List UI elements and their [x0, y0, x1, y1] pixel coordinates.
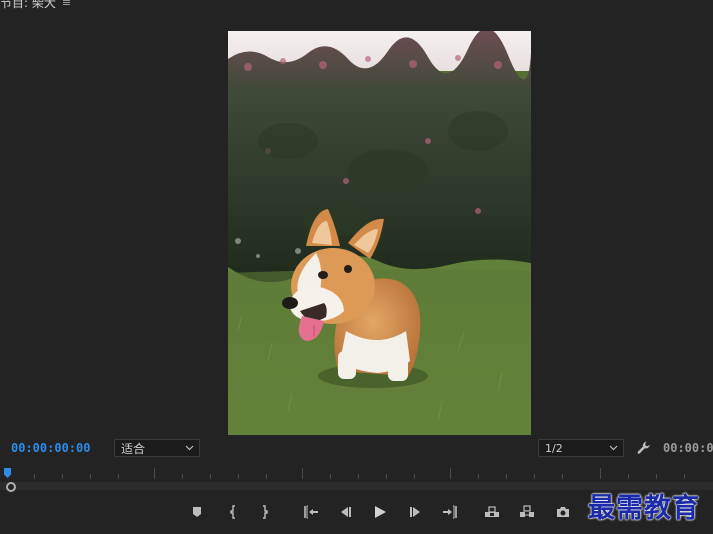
go-to-in-button[interactable]: [300, 502, 322, 522]
ruler-tick: [358, 474, 359, 479]
mark-in-icon: [230, 505, 235, 519]
hamburger-menu-icon[interactable]: ≡: [62, 0, 71, 9]
go-to-in-icon: [304, 505, 318, 519]
ruler-tick: [34, 474, 35, 479]
ruler-tick: [534, 474, 535, 479]
ruler-tick: [628, 474, 629, 479]
ruler-tick: [182, 474, 183, 479]
resolution-select-value: 1/2: [545, 441, 563, 455]
step-forward-button[interactable]: [405, 502, 427, 522]
chevron-down-icon: [609, 445, 618, 451]
panel-title[interactable]: 节目: 柴犬: [0, 0, 56, 11]
playhead-icon[interactable]: [4, 468, 11, 478]
wrench-icon[interactable]: [636, 440, 652, 456]
zoom-handle-icon[interactable]: [6, 482, 16, 492]
ruler-tick: [118, 474, 119, 479]
ruler-tick: [450, 468, 451, 479]
zoom-select-value: 适合: [121, 441, 146, 456]
watermark-logo: 最需教育: [588, 493, 700, 524]
lift-button[interactable]: [481, 502, 503, 522]
ruler-tick: [266, 474, 267, 479]
corgi-photo: [228, 31, 531, 435]
ruler-tick: [62, 474, 63, 479]
chevron-down-icon: [185, 445, 194, 451]
ruler-tick: [562, 474, 563, 479]
mark-in-button[interactable]: [222, 502, 244, 522]
ruler-tick: [238, 474, 239, 479]
extract-button[interactable]: [516, 502, 538, 522]
step-forward-icon: [410, 507, 420, 517]
ruler-tick: [506, 474, 507, 479]
ruler-tick: [386, 474, 387, 479]
program-monitor-viewer[interactable]: [228, 31, 531, 435]
current-timecode[interactable]: 00:00:00:00: [11, 441, 90, 455]
step-back-button[interactable]: [334, 502, 356, 522]
panel-header: 节目: 柴犬 ≡: [0, 0, 71, 10]
ruler-tick: [478, 474, 479, 479]
ruler-tick: [302, 468, 303, 479]
play-icon: [375, 506, 386, 518]
ruler-tick: [90, 474, 91, 479]
ruler-tick: [330, 474, 331, 479]
playback-resolution-select[interactable]: 1/2: [538, 439, 624, 457]
ruler-tick: [414, 474, 415, 479]
go-to-out-button[interactable]: [439, 502, 461, 522]
duration-timecode: 00:00:0: [663, 441, 713, 455]
extract-icon: [520, 505, 534, 517]
mark-out-icon: [263, 505, 268, 519]
go-to-out-icon: [443, 505, 457, 519]
add-marker-button[interactable]: [186, 502, 208, 522]
ruler-tick: [600, 468, 601, 479]
zoom-select[interactable]: 适合: [114, 439, 200, 457]
ruler-tick: [684, 474, 685, 479]
camera-icon: [557, 507, 569, 517]
mark-out-button[interactable]: [254, 502, 276, 522]
ruler-tick: [210, 474, 211, 479]
ruler-tick: [656, 474, 657, 479]
step-back-icon: [341, 507, 351, 517]
lift-icon: [485, 506, 499, 517]
ruler-tick: [154, 468, 155, 479]
marker-icon: [193, 507, 201, 517]
export-frame-button[interactable]: [552, 502, 574, 522]
play-button[interactable]: [369, 502, 391, 522]
